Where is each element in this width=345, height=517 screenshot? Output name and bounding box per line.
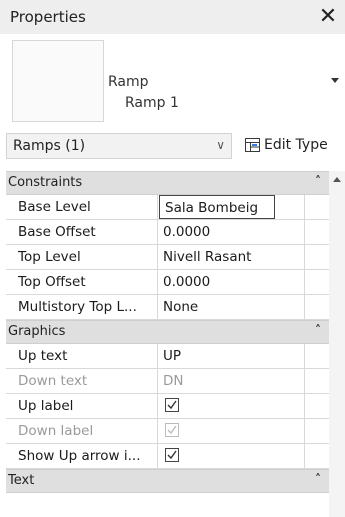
edit-type-icon: [245, 138, 260, 152]
property-name: Base Level: [6, 195, 158, 219]
property-row-show-up-arrow[interactable]: Show Up arrow i...: [6, 444, 329, 469]
vertical-scrollbar[interactable]: [329, 171, 345, 517]
instance-filter-dropdown[interactable]: Ramps (1) ∨: [6, 133, 232, 159]
collapse-section-icon[interactable]: ˄: [315, 472, 321, 486]
section-header-graphics[interactable]: Graphics ˄: [6, 320, 329, 344]
up-label-checkbox[interactable]: [165, 398, 179, 412]
edit-type-button[interactable]: Edit Type: [245, 133, 345, 159]
property-name: Up text: [6, 344, 158, 368]
instance-filter-row: Ramps (1) ∨ Edit Type: [0, 127, 345, 165]
property-extra-cell: [304, 444, 329, 468]
property-value-field[interactable]: 0.0000: [158, 270, 304, 294]
section-label: Text: [8, 473, 35, 488]
checkmark-icon: [167, 400, 177, 410]
collapse-section-icon[interactable]: ˄: [315, 174, 321, 188]
property-extra-cell: [304, 195, 329, 219]
panel-title: Properties: [10, 8, 86, 26]
property-extra-cell: [304, 220, 329, 244]
property-row-base-offset[interactable]: Base Offset 0.0000: [6, 220, 329, 245]
property-extra-cell: [304, 369, 329, 393]
chevron-down-icon[interactable]: [331, 78, 339, 83]
property-extra-cell: [304, 344, 329, 368]
property-name: Top Level: [6, 245, 158, 269]
section-header-text[interactable]: Text ˄: [6, 469, 329, 493]
close-icon[interactable]: ✕: [315, 3, 341, 31]
section-header-constraints[interactable]: Constraints ˄: [6, 171, 329, 195]
checkmark-icon: [167, 425, 177, 435]
type-preview-image: [12, 40, 104, 122]
filter-label: Ramps (1): [13, 138, 86, 154]
property-row-base-level[interactable]: Base Level Sala Bombeig: [6, 195, 329, 220]
property-name: Top Offset: [6, 270, 158, 294]
collapse-section-icon[interactable]: ˄: [315, 323, 321, 337]
property-row-top-offset[interactable]: Top Offset 0.0000: [6, 270, 329, 295]
property-value-field: DN: [163, 373, 184, 389]
property-value-field[interactable]: 0.0000: [158, 220, 304, 244]
property-name: Down label: [6, 419, 158, 443]
property-row-up-text[interactable]: Up text UP: [6, 344, 329, 369]
section-label: Constraints: [8, 175, 83, 190]
property-name: Base Offset: [6, 220, 158, 244]
scroll-up-icon[interactable]: [333, 177, 341, 182]
property-extra-cell: [304, 270, 329, 294]
property-name: Multistory Top L...: [6, 295, 158, 319]
edit-type-label: Edit Type: [264, 137, 328, 153]
property-row-up-label[interactable]: Up label: [6, 394, 329, 419]
property-extra-cell: [304, 394, 329, 418]
type-family-label: Ramp: [108, 74, 149, 90]
property-extra-cell: [304, 245, 329, 269]
property-extra-cell: [304, 419, 329, 443]
checkmark-icon: [167, 450, 177, 460]
type-name-label: Ramp 1: [125, 95, 179, 111]
property-value-cell: [158, 419, 304, 443]
properties-titlebar: Properties ✕: [0, 0, 345, 35]
type-selector[interactable]: Ramp Ramp 1: [0, 34, 345, 127]
show-up-arrow-checkbox[interactable]: [165, 448, 179, 462]
down-label-checkbox: [165, 423, 179, 437]
property-value-field[interactable]: Nivell Rasant: [158, 245, 304, 269]
chevron-down-icon: ∨: [216, 138, 225, 152]
property-value-field[interactable]: UP: [158, 344, 304, 368]
property-row-down-label: Down label: [6, 419, 329, 444]
property-extra-cell: [304, 295, 329, 319]
property-name: Down text: [6, 369, 158, 393]
property-row-down-text: Down text DN: [6, 369, 329, 394]
property-row-multistory-top-level[interactable]: Multistory Top L... None: [6, 295, 329, 320]
property-value-field[interactable]: Sala Bombeig: [159, 195, 275, 219]
property-value-cell: [158, 394, 304, 418]
property-value-cell: [158, 444, 304, 468]
property-row-top-level[interactable]: Top Level Nivell Rasant: [6, 245, 329, 270]
property-value-field[interactable]: None: [158, 295, 304, 319]
section-label: Graphics: [8, 324, 66, 339]
property-name: Show Up arrow i...: [6, 444, 158, 468]
property-name: Up label: [6, 394, 158, 418]
properties-grid: Constraints ˄ Base Level Sala Bombeig Ba…: [6, 171, 329, 493]
